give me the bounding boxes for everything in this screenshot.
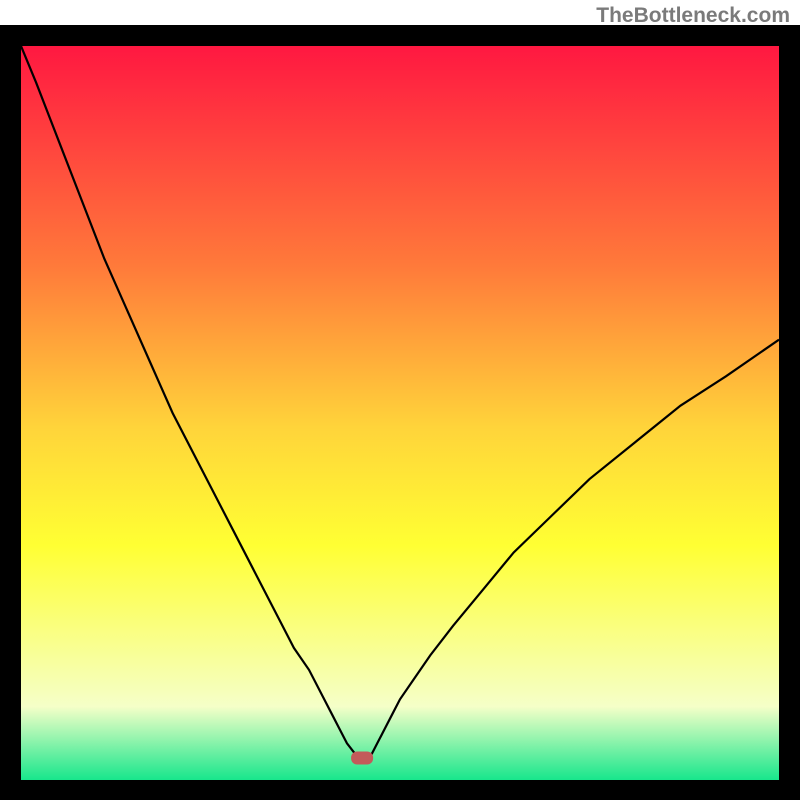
chart-svg [21, 46, 779, 780]
chart-plot-area [21, 46, 779, 780]
gradient-background [21, 46, 779, 780]
optimum-marker [351, 751, 373, 764]
watermark-text: TheBottleneck.com [596, 4, 790, 28]
chart-frame [0, 25, 800, 800]
chart-container: TheBottleneck.com [0, 0, 800, 800]
